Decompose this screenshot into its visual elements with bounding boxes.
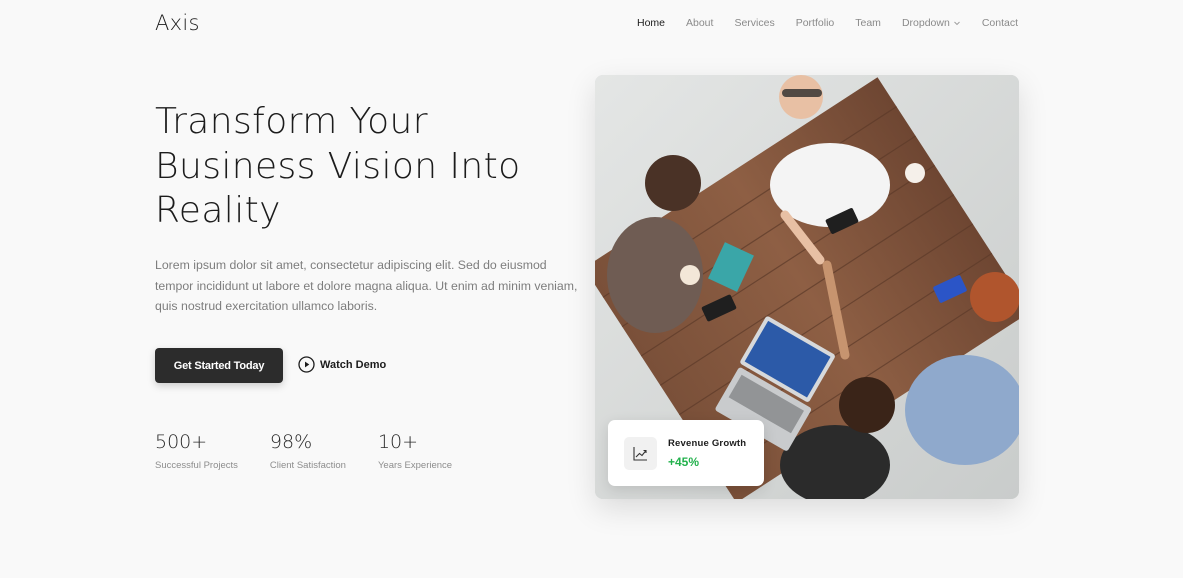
hero-title-line-2: Business Vision Into — [155, 145, 521, 187]
trending-up-icon — [624, 436, 657, 470]
growth-value: +45% — [668, 454, 700, 469]
nav-item-contact[interactable]: Contact — [982, 17, 1018, 29]
nav-item-portfolio[interactable]: Portfolio — [796, 17, 835, 29]
nav-item-dropdown[interactable]: Dropdown — [902, 17, 961, 29]
main-nav: Home About Services Portfolio Team Dropd… — [616, 17, 1018, 29]
hero-title-line-1: Transform Your — [155, 101, 428, 142]
nav-item-services[interactable]: Services — [734, 17, 774, 29]
hero-title: Transform Your Business Vision Into Real… — [155, 100, 585, 234]
hero-title-line-3: Reality — [155, 190, 281, 231]
nav-item-team[interactable]: Team — [855, 17, 881, 29]
stat-label: Years Experience — [377, 460, 453, 471]
growth-label: Revenue Growth — [668, 437, 747, 449]
nav-item-about[interactable]: About — [686, 17, 713, 29]
stat-value: 10+ — [377, 431, 419, 453]
stat-label: Successful Projects — [155, 460, 238, 471]
page: Axis Home About Services Portfolio Team … — [0, 0, 1183, 578]
hero-description: Lorem ipsum dolor sit amet, consectetur … — [155, 258, 578, 313]
chevron-down-icon — [953, 21, 960, 26]
stat-label: Client Satisfaction — [269, 460, 346, 471]
stat-value: 98% — [269, 431, 313, 453]
get-started-button[interactable]: Get Started Today — [155, 348, 283, 383]
stats-row: 500+ Successful Projects 98% Client Sati… — [155, 430, 484, 471]
watch-demo-label: Watch Demo — [320, 358, 387, 371]
play-circle-icon — [298, 356, 315, 373]
stat-value: 500+ — [155, 431, 208, 453]
watch-demo-button[interactable]: Watch Demo — [298, 356, 386, 373]
stat-experience: 10+ Years Experience — [378, 430, 452, 471]
stat-satisfaction: 98% Client Satisfaction — [270, 430, 346, 471]
revenue-growth-card: Revenue Growth +45% — [608, 420, 764, 486]
nav-item-dropdown-label: Dropdown — [901, 17, 950, 29]
nav-item-home[interactable]: Home — [637, 17, 665, 29]
brand-logo[interactable]: Axis — [155, 11, 200, 35]
stat-projects: 500+ Successful Projects — [155, 430, 238, 471]
